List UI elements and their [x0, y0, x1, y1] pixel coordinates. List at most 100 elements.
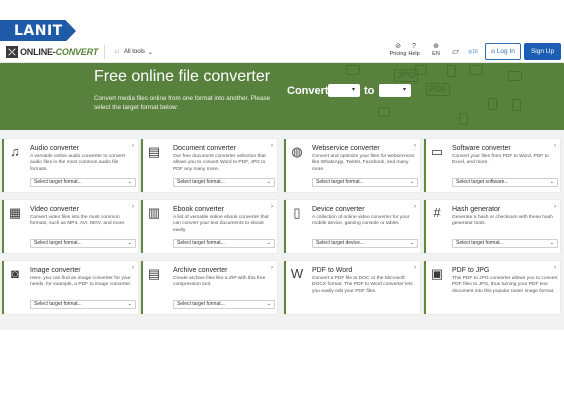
- document-icon: ▤: [147, 144, 161, 159]
- divider: [104, 45, 105, 59]
- folder-icon[interactable]: ▱: [452, 46, 459, 57]
- top-nav: ⤫ ONLINE-CONVERT ⁙ All tools ⌄ ⊘ Pricing…: [0, 41, 564, 63]
- card-title[interactable]: Archive converter: [173, 267, 227, 274]
- user-icon: ⍝: [491, 48, 495, 55]
- chevron-right-icon[interactable]: ›: [132, 265, 134, 271]
- select-placeholder: Select target format...: [316, 179, 364, 185]
- card-title[interactable]: Device converter: [312, 206, 365, 213]
- globe-icon: ◍: [291, 144, 303, 159]
- converter-card[interactable]: ▥ Ebook converter › A list of versatile onl…: [141, 200, 277, 253]
- select-placeholder: Select target format...: [177, 179, 225, 185]
- chevron-down-icon: ⌄: [127, 240, 132, 246]
- target-format-select[interactable]: Select target format... ⌄: [30, 178, 136, 187]
- chevron-down-icon: ⌄: [549, 240, 554, 246]
- chevron-down-icon: ⌄: [409, 179, 414, 185]
- card-description: Convert and optimize your files for webs…: [312, 154, 415, 172]
- chevron-right-icon[interactable]: ›: [554, 204, 556, 210]
- card-title[interactable]: Audio converter: [30, 145, 79, 152]
- select-placeholder: Select target software...: [456, 179, 509, 185]
- target-format-select[interactable]: Select target format... ⌄: [30, 300, 136, 309]
- chevron-down-icon: ⌄: [409, 240, 414, 246]
- target-format-select[interactable]: Select target format... ⌄: [173, 178, 275, 187]
- card-title[interactable]: PDF to Word: [312, 267, 352, 274]
- image-icon: [415, 65, 427, 75]
- chevron-down-icon: ▾: [351, 87, 355, 93]
- globe-icon: ⊕: [433, 43, 439, 50]
- card-title[interactable]: Hash generator: [452, 206, 500, 213]
- chevron-down-icon: ⌄: [266, 240, 271, 246]
- chevron-right-icon[interactable]: ›: [414, 204, 416, 210]
- converter-card[interactable]: ▭ Software converter › Convert your files f…: [424, 139, 560, 192]
- chevron-right-icon[interactable]: ›: [554, 143, 556, 149]
- chevron-right-icon[interactable]: ›: [271, 265, 273, 271]
- converter-card[interactable]: ◙ Image converter › Here, you can find an i…: [2, 261, 138, 314]
- chevron-right-icon[interactable]: ›: [554, 265, 556, 271]
- converter-card[interactable]: ▯ Device converter › A collection of online…: [284, 200, 420, 253]
- card-title[interactable]: Software converter: [452, 145, 511, 152]
- card-description: Create archive files like a ZIP with thi…: [173, 276, 266, 288]
- brand-logo[interactable]: ⤫ ONLINE-CONVERT: [6, 45, 98, 59]
- converter-card[interactable]: W PDF to Word › Convert a PDF file to DOC o…: [284, 261, 420, 314]
- document-icon: [459, 113, 468, 125]
- converter-card[interactable]: ▦ Video converter › Convert video files int…: [2, 200, 138, 253]
- chevron-down-icon: ⌄: [127, 179, 132, 185]
- target-format-select[interactable]: Select target format... ⌄: [312, 178, 418, 187]
- converter-card[interactable]: ▣ PDF to JPG › This PDF to JPG converter al…: [424, 261, 560, 314]
- chevron-right-icon[interactable]: ›: [414, 265, 416, 271]
- source-format-select[interactable]: ▾: [328, 84, 360, 97]
- chevron-down-icon: ⌄: [266, 301, 271, 307]
- target-format-select[interactable]: ▾: [379, 84, 411, 97]
- camera-icon: ◙: [11, 266, 19, 281]
- card-description: A collection of online video converter f…: [312, 215, 410, 227]
- books-icon: ▥: [147, 205, 161, 220]
- tag-icon: ⊘: [395, 43, 401, 50]
- target-format-select[interactable]: Select target format... ⌄: [173, 239, 275, 248]
- credits-counter[interactable]: ◎16: [468, 49, 478, 55]
- all-tools-menu[interactable]: ⁙ All tools ⌄: [114, 45, 153, 59]
- login-button[interactable]: ⍝ Log In: [485, 43, 521, 60]
- chevron-down-icon: ⌄: [266, 179, 271, 185]
- target-format-select[interactable]: Select target format... ⌄: [452, 239, 558, 248]
- card-title[interactable]: Webservice converter: [312, 145, 380, 152]
- card-description: A list of versatile online ebook convert…: [173, 215, 269, 233]
- chevron-down-icon: ▾: [402, 87, 406, 93]
- document-icon: [488, 98, 497, 110]
- card-description: This PDF to JPG converter allows you to …: [452, 276, 558, 294]
- card-title[interactable]: Document converter: [173, 145, 236, 152]
- select-placeholder: Select target format...: [177, 240, 225, 246]
- help-link[interactable]: ? Help: [407, 43, 421, 57]
- target-format-select[interactable]: Select target device... ⌄: [312, 239, 418, 248]
- card-title[interactable]: PDF to JPG: [452, 267, 489, 274]
- mobile-icon: ▯: [293, 205, 301, 220]
- monitor-icon: ▭: [430, 144, 444, 159]
- target-format-select[interactable]: Select target format... ⌄: [173, 300, 275, 309]
- converter-card[interactable]: ▤ Document converter › Our free document co…: [141, 139, 277, 192]
- chevron-right-icon[interactable]: ›: [132, 204, 134, 210]
- word-file-icon: W: [290, 266, 304, 281]
- converter-card[interactable]: ▤ Archive converter › Create archive files …: [141, 261, 277, 314]
- converter-card[interactable]: ◍ Webservice converter › Convert and optimi…: [284, 139, 420, 192]
- card-description: Here, you can find an image converter fo…: [30, 276, 132, 288]
- chevron-right-icon[interactable]: ›: [271, 143, 273, 149]
- lanit-logo[interactable]: LANIT: [0, 20, 76, 42]
- chevron-right-icon[interactable]: ›: [132, 143, 134, 149]
- converter-card[interactable]: # Hash generator › Generate a hash or check…: [424, 200, 560, 253]
- chevron-right-icon[interactable]: ›: [414, 143, 416, 149]
- card-title[interactable]: Video converter: [30, 206, 79, 213]
- signup-button[interactable]: Sign Up: [524, 43, 561, 60]
- grid-icon: ⁙: [114, 49, 120, 56]
- image-file-icon: ▣: [430, 266, 444, 281]
- card-description: Convert a PDF file to DOC or the Microso…: [312, 276, 413, 294]
- target-format-select[interactable]: Select target format... ⌄: [30, 239, 136, 248]
- pricing-link[interactable]: ⊘ Pricing: [388, 43, 408, 57]
- card-title[interactable]: Image converter: [30, 267, 81, 274]
- chevron-right-icon[interactable]: ›: [271, 204, 273, 210]
- converter-card[interactable]: ♫ Audio converter › A versatile online audi…: [2, 139, 138, 192]
- page-subtitle: Convert media files online from one form…: [94, 95, 271, 111]
- target-format-select[interactable]: Select target software... ⌄: [452, 178, 558, 187]
- language-selector[interactable]: ⊕ EN: [429, 43, 443, 57]
- envelope-icon: [346, 65, 360, 75]
- card-title[interactable]: Ebook converter: [173, 206, 224, 213]
- to-label: to: [364, 85, 375, 97]
- archive-icon: ▤: [147, 266, 161, 281]
